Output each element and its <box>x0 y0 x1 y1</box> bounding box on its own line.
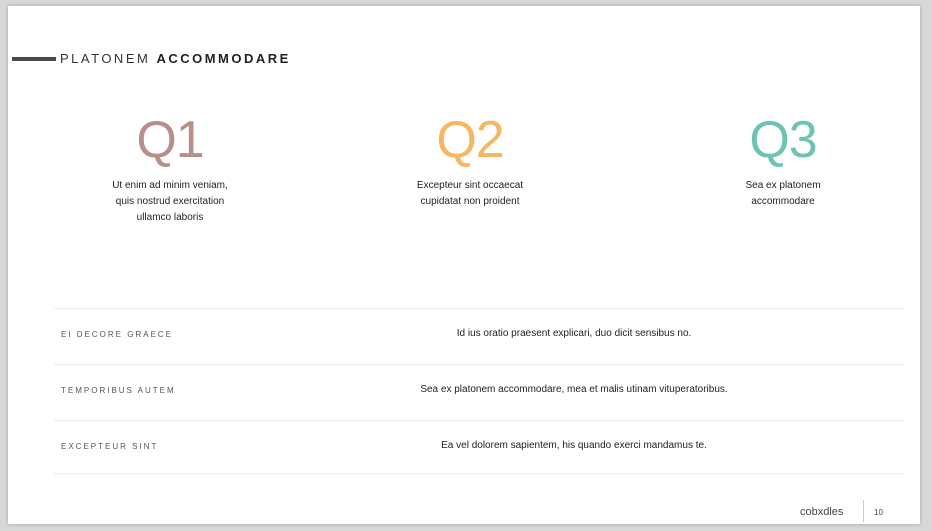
quarter-description: Sea ex platonem accommodare <box>683 178 883 210</box>
quarter-block-q1: Q1 Ut enim ad minim veniam, quis nostrud… <box>70 114 270 226</box>
row-text: Ea vel dolorem sapientem, his quando exe… <box>441 440 707 451</box>
table-row: TEMPORIBUS AUTEM Sea ex platonem accommo… <box>54 364 904 417</box>
footer-brand-logo: cobxdles <box>800 506 844 518</box>
quarter-description-line: Excepteur sint occaecat <box>416 180 524 191</box>
row-text: Id ius oratio praesent explicari, duo di… <box>456 328 692 339</box>
row-label: EXCEPTEUR SINT <box>61 442 159 451</box>
section-title-bold: ACCOMMODARE <box>156 51 291 66</box>
quarter-label: Q1 <box>136 111 204 169</box>
quarter-description-line: accommodare <box>751 196 815 207</box>
row-text: Sea ex platonem accommodare, mea et mali… <box>420 384 728 395</box>
header-accent-bar <box>12 57 56 61</box>
quarter-description-line: ullamco laboris <box>136 212 204 223</box>
slide: PLATONEM ACCOMMODARE Q1 Ut enim ad minim… <box>8 6 920 524</box>
section-title: PLATONEM ACCOMMODARE <box>60 51 291 66</box>
section-title-prefix: PLATONEM <box>60 51 151 66</box>
quarter-description: Excepteur sint occaecat cupidatat non pr… <box>370 178 570 210</box>
quarter-block-q3: Q3 Sea ex platonem accommodare <box>683 114 883 210</box>
table-row: EI DECORE GRAECE Id ius oratio praesent … <box>54 308 904 361</box>
row-label: TEMPORIBUS AUTEM <box>61 386 176 395</box>
table-row: EXCEPTEUR SINT Ea vel dolorem sapientem,… <box>54 420 904 474</box>
quarter-label: Q2 <box>436 111 504 169</box>
footer-divider <box>863 500 864 522</box>
quarter-label: Q3 <box>749 111 817 169</box>
quarter-description: Ut enim ad minim veniam, quis nostrud ex… <box>70 178 270 226</box>
quarter-description-line: Ut enim ad minim veniam, <box>112 180 228 191</box>
page-number: 10 <box>874 508 883 517</box>
quarter-description-line: quis nostrud exercitation <box>115 196 225 207</box>
quarter-block-q2: Q2 Excepteur sint occaecat cupidatat non… <box>370 114 570 210</box>
quarter-description-line: cupidatat non proident <box>420 196 520 207</box>
row-label: EI DECORE GRAECE <box>61 330 174 339</box>
quarter-description-line: Sea ex platonem <box>745 180 821 191</box>
